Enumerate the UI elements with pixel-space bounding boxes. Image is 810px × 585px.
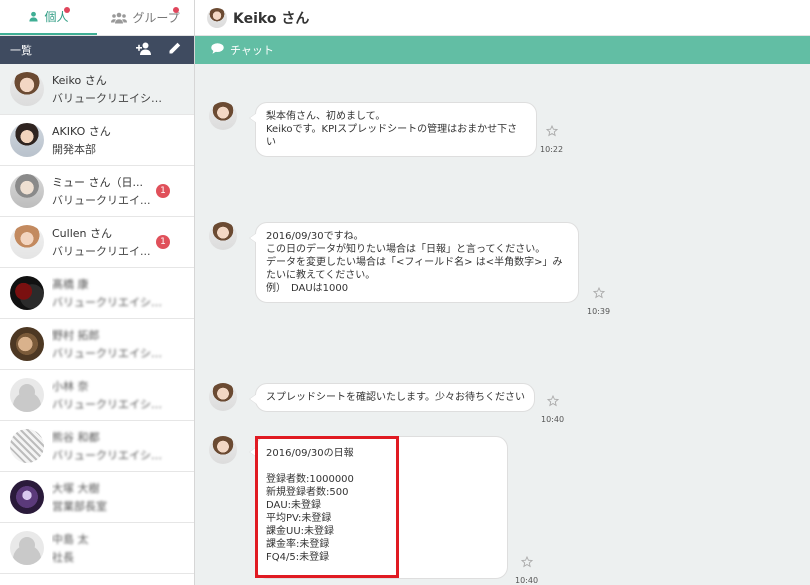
message-bubble: 2016/09/30の日報 登録者数:1000000 新規登録者数:500 DA… bbox=[249, 436, 508, 579]
contact-item[interactable]: AKIKO さん 開発本部 bbox=[0, 115, 194, 166]
avatar bbox=[209, 436, 237, 464]
group-icon bbox=[111, 12, 128, 24]
contact-item[interactable]: 野村 拓郎バリュークリエイション... bbox=[0, 319, 194, 370]
unread-badge: 1 bbox=[156, 235, 170, 249]
avatar bbox=[10, 276, 44, 310]
list-title: 一覧 bbox=[10, 44, 32, 57]
avatar bbox=[10, 531, 44, 565]
message-meta: 10:40 bbox=[515, 553, 538, 585]
avatar bbox=[10, 429, 44, 463]
contact-subtitle: バリュークリエイション... bbox=[52, 92, 172, 105]
star-icon[interactable] bbox=[546, 392, 559, 411]
edit-button[interactable] bbox=[164, 40, 184, 60]
contact-item[interactable]: 小林 奈バリュークリエイション... bbox=[0, 370, 194, 421]
avatar bbox=[207, 7, 227, 28]
contact-name: 髙橋 康 bbox=[52, 278, 89, 291]
contact-name: 熊谷 和都 bbox=[52, 431, 100, 444]
contact-name: ミュー さん（日... bbox=[52, 176, 143, 189]
avatar bbox=[10, 225, 44, 259]
chat-bubble-icon bbox=[211, 43, 224, 57]
contact-subtitle: 社長 bbox=[52, 551, 74, 564]
contact-subtitle: バリュークリエイション... bbox=[52, 296, 172, 309]
add-user-button[interactable] bbox=[134, 40, 154, 60]
contact-item[interactable]: 大塚 大樹営業部長室 bbox=[0, 472, 194, 523]
message-time: 10:39 bbox=[587, 307, 611, 316]
avatar bbox=[10, 123, 44, 157]
avatar bbox=[209, 102, 237, 130]
message: 梨本侑さん、初めまして。 Keikoです。KPIスプレッドシートの管理はおまかせ… bbox=[209, 102, 537, 157]
contact-item[interactable]: Keiko さんバリュークリエイション... bbox=[0, 64, 194, 115]
tab-group[interactable]: グループ bbox=[97, 0, 194, 35]
contact-list: Keiko さんバリュークリエイション... AKIKO さん 開発本部 ミュー … bbox=[0, 64, 194, 574]
avatar bbox=[10, 327, 44, 361]
message-time: 10:22 bbox=[540, 145, 564, 154]
message: 2016/09/30ですね。 この日のデータが知りたい場合は「日報」と言ってくだ… bbox=[209, 222, 579, 303]
unread-badge: 1 bbox=[156, 184, 170, 198]
message-meta: 10:22 bbox=[540, 122, 563, 154]
contact-subtitle: 開発本部 bbox=[52, 143, 96, 156]
contact-subtitle: バリュークリエイ... bbox=[52, 194, 151, 207]
message-time: 10:40 bbox=[515, 576, 539, 585]
avatar bbox=[10, 174, 44, 208]
message-meta: 10:39 bbox=[587, 284, 610, 316]
tab-bar: 個人 グループ bbox=[0, 0, 194, 36]
contact-name: 小林 奈 bbox=[52, 380, 89, 393]
message: 2016/09/30の日報 登録者数:1000000 新規登録者数:500 DA… bbox=[209, 436, 508, 579]
contact-name: 大塚 大樹 bbox=[52, 482, 100, 495]
message-bubble: 梨本侑さん、初めまして。 Keikoです。KPIスプレッドシートの管理はおまかせ… bbox=[249, 102, 537, 157]
contact-subtitle: バリュークリエイション... bbox=[52, 449, 172, 462]
chat-app: 個人 グループ 一覧 Keiko さん バリュークリエイション... AKIKO… bbox=[0, 0, 810, 585]
message-meta: 10:40 bbox=[541, 392, 564, 424]
chat-header: Keiko さん bbox=[195, 0, 810, 36]
person-icon bbox=[28, 11, 39, 22]
contact-item[interactable]: 中島 太社長 bbox=[0, 523, 194, 574]
contact-item[interactable]: 熊谷 和都バリュークリエイション... bbox=[0, 421, 194, 472]
message-bubble: スプレッドシートを確認いたします。少々お待ちください bbox=[249, 383, 535, 412]
chat-section-label: チャット bbox=[230, 44, 274, 57]
chat-title: Keiko さん bbox=[233, 10, 310, 27]
sidebar: 個人 グループ 一覧 Keiko さん バリュークリエイション... AKIKO… bbox=[0, 0, 195, 585]
message-bubble: 2016/09/30ですね。 この日のデータが知りたい場合は「日報」と言ってくだ… bbox=[249, 222, 579, 303]
contact-name: 野村 拓郎 bbox=[52, 329, 100, 342]
avatar bbox=[10, 72, 44, 106]
contact-name: 中島 太 bbox=[52, 533, 89, 546]
contact-name: Cullen さん bbox=[52, 227, 113, 240]
add-user-icon bbox=[136, 42, 152, 58]
message-time: 10:40 bbox=[541, 415, 565, 424]
contact-item[interactable]: 髙橋 康バリュークリエイション... bbox=[0, 268, 194, 319]
contact-subtitle: 営業部長室 bbox=[52, 500, 107, 513]
notification-dot bbox=[64, 7, 70, 13]
star-icon[interactable] bbox=[520, 553, 533, 572]
contact-name: Keiko さん bbox=[52, 74, 107, 87]
contact-item[interactable]: Cullen さんバリュークリエイ... 1 bbox=[0, 217, 194, 268]
avatar bbox=[209, 383, 237, 411]
chat-panel: Keiko さん チャット 梨本侑さん、初めまして。 Keikoです。KPIスプ… bbox=[195, 0, 810, 585]
contact-subtitle: バリュークリエイション... bbox=[52, 347, 172, 360]
star-icon[interactable] bbox=[545, 122, 558, 141]
avatar bbox=[10, 378, 44, 412]
tab-personal[interactable]: 個人 bbox=[0, 0, 97, 35]
contact-item[interactable]: ミュー さん（日... バリュークリエイ... 1 bbox=[0, 166, 194, 217]
avatar bbox=[209, 222, 237, 250]
contact-subtitle: バリュークリエイ... bbox=[52, 245, 151, 258]
contact-subtitle: バリュークリエイション... bbox=[52, 398, 172, 411]
pencil-icon bbox=[168, 42, 181, 58]
avatar bbox=[10, 480, 44, 514]
list-header: 一覧 bbox=[0, 36, 194, 64]
star-icon[interactable] bbox=[592, 284, 605, 303]
contact-name: AKIKO さん bbox=[52, 125, 111, 138]
chat-section-bar: チャット bbox=[195, 36, 810, 64]
notification-dot bbox=[173, 7, 179, 13]
message: スプレッドシートを確認いたします。少々お待ちください bbox=[209, 383, 535, 412]
